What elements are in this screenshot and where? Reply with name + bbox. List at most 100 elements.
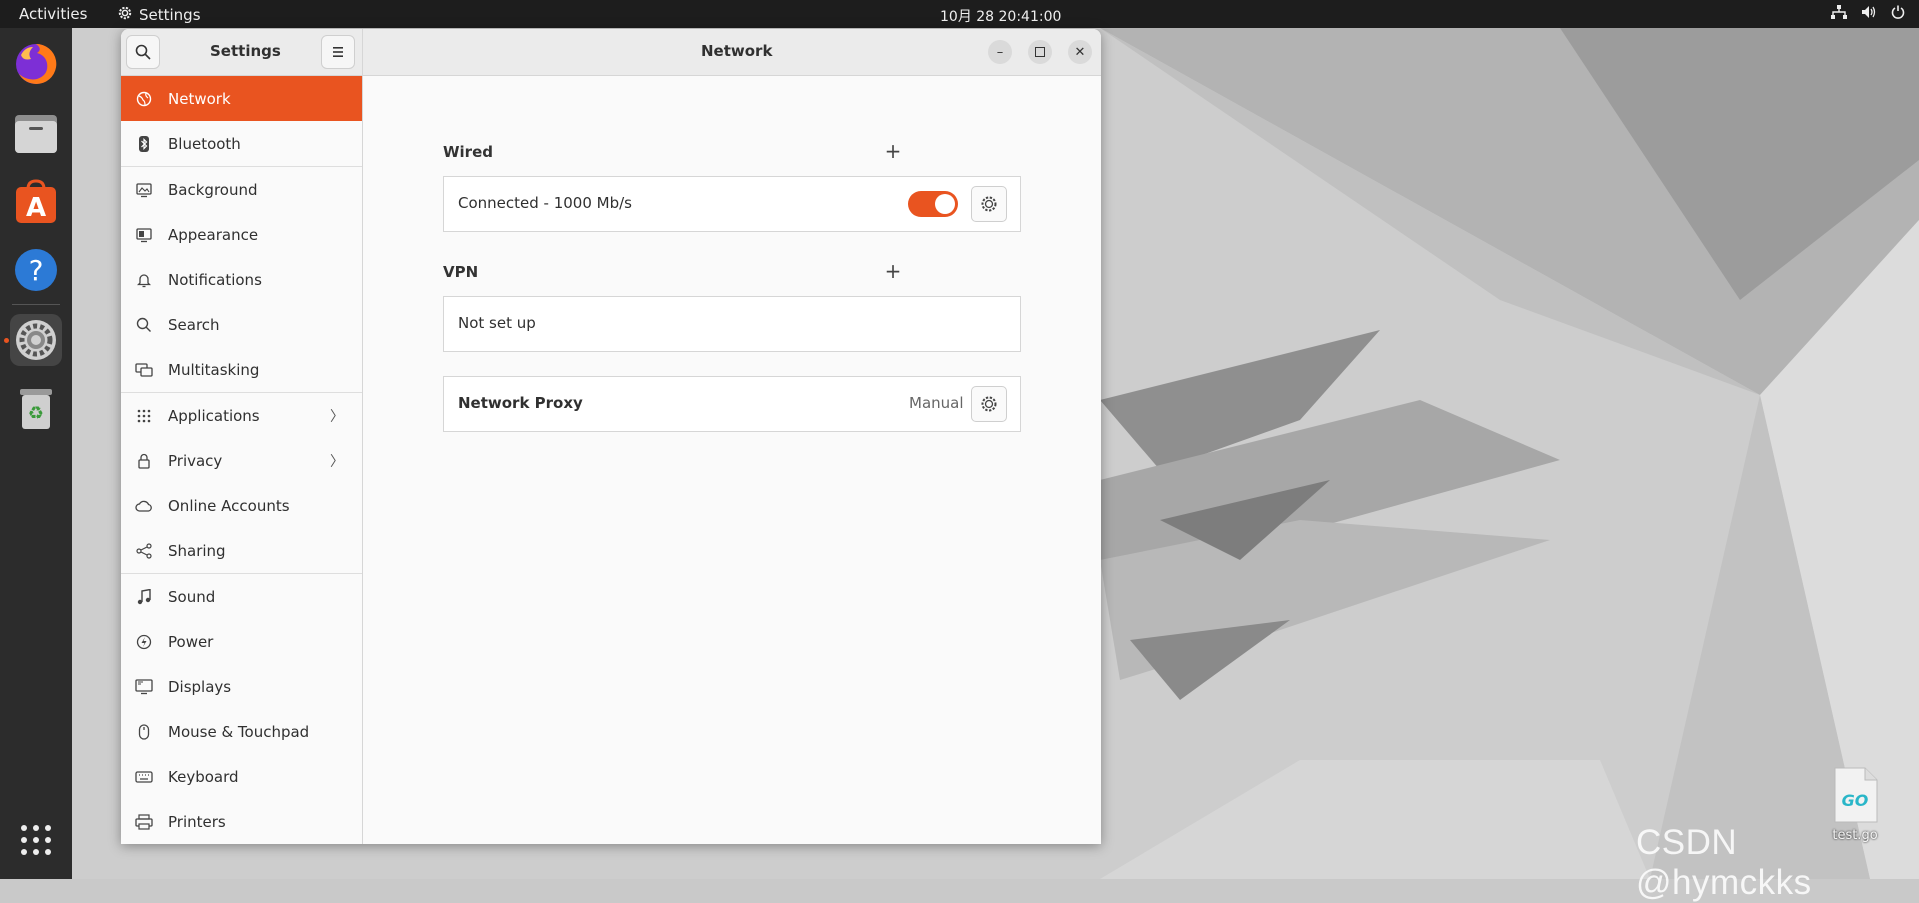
activities-button[interactable]: Activities [19,5,87,23]
vpn-row: Not set up [443,296,1021,352]
wired-status: Connected - 1000 Mb/s [458,194,632,212]
help-icon[interactable]: ? [10,244,62,296]
bluetooth-icon [134,135,154,152]
sidebar-item-label: Appearance [168,225,259,244]
main-menu-button[interactable] [321,35,355,69]
sidebar-item-appearance[interactable]: Appearance [121,212,362,257]
add-vpn-button[interactable]: + [881,259,905,283]
share-icon [134,542,154,559]
close-button[interactable]: ✕ [1068,40,1092,64]
chevron-right-icon: 〉 [330,408,344,425]
app-menu-label: Settings [139,6,201,24]
dock-separator [12,304,60,305]
search-icon [134,317,154,333]
sidebar-item-label: Bluetooth [168,134,241,153]
svg-text:?: ? [29,254,44,287]
sidebar-item-label: Search [168,315,220,334]
sidebar-item-label: Keyboard [168,767,239,786]
sidebar-item-label: Privacy [168,451,223,470]
sidebar-item-label: Multitasking [168,360,260,379]
network-proxy-row[interactable]: Network Proxy Manual [443,376,1021,432]
gear-icon [981,196,997,212]
svg-text:♻: ♻ [28,403,44,424]
firefox-icon[interactable] [10,38,62,90]
appearance-icon [134,227,154,243]
multitasking-icon [134,362,154,378]
search-button[interactable] [126,35,160,69]
minimize-icon: – [996,44,1004,60]
plus-icon: + [884,139,902,163]
go-file-icon: GO [1834,767,1878,823]
sidebar-item-multitasking[interactable]: Multitasking [121,347,362,392]
sidebar-item-displays[interactable]: Displays [121,664,362,709]
proxy-value: Manual [909,394,964,412]
wired-section-title: Wired [443,143,493,161]
system-tray[interactable] [1831,5,1905,23]
chevron-right-icon: 〉 [330,453,344,470]
sidebar: Network Bluetooth Background Appearance … [121,76,363,844]
sidebar-item-label: Mouse & Touchpad [168,722,310,741]
add-wired-button[interactable]: + [881,139,905,163]
dock: A ? ♻ [0,28,72,879]
sidebar-title: Settings [210,42,281,60]
sidebar-item-mouse-touchpad[interactable]: Mouse & Touchpad [121,709,362,754]
main-header: Network – ✕ [363,29,1101,76]
sidebar-item-label: Displays [168,677,232,696]
sidebar-item-search[interactable]: Search [121,302,362,347]
power-menu-icon[interactable] [1891,5,1905,23]
wired-settings-button[interactable] [971,186,1007,222]
music-note-icon [134,588,154,605]
background-icon [134,182,154,198]
sidebar-item-label: Sound [168,587,216,606]
svg-text:GO: GO [1842,791,1869,810]
settings-icon[interactable] [10,314,62,366]
hamburger-icon [333,47,343,57]
apps-grid-icon [134,409,154,423]
sidebar-item-keyboard[interactable]: Keyboard [121,754,362,799]
running-indicator [4,338,9,343]
sidebar-item-label: Network [168,89,231,108]
sidebar-item-applications[interactable]: Applications 〉 [121,393,362,438]
sidebar-item-label: Online Accounts [168,496,290,515]
sidebar-item-notifications[interactable]: Notifications [121,257,362,302]
show-apps-icon[interactable] [10,814,62,866]
volume-icon[interactable] [1861,5,1877,23]
sidebar-item-online-accounts[interactable]: Online Accounts [121,483,362,528]
gear-icon [117,5,133,25]
vpn-section-title: VPN [443,263,479,281]
sidebar-item-printers[interactable]: Printers [121,799,362,844]
bell-icon [134,272,154,288]
power-icon [134,634,154,650]
sidebar-item-label: Power [168,632,214,651]
files-icon[interactable] [10,108,62,160]
cloud-icon [134,499,154,513]
sidebar-item-privacy[interactable]: Privacy 〉 [121,438,362,483]
wired-toggle[interactable] [908,191,958,217]
sidebar-item-sound[interactable]: Sound [121,574,362,619]
sidebar-item-sharing[interactable]: Sharing [121,528,362,573]
sidebar-item-label: Applications [168,406,260,425]
sidebar-item-label: Notifications [168,270,262,289]
clock[interactable]: 10月 28 20:41:00 [940,6,1061,26]
sidebar-header: Settings [121,29,363,76]
watermark: CSDN @hymckks [1636,823,1812,902]
printer-icon [134,813,154,830]
vpn-status: Not set up [458,314,536,332]
network-status-icon[interactable] [1831,5,1847,23]
sidebar-item-power[interactable]: Power [121,619,362,664]
trash-icon[interactable]: ♻ [10,382,62,434]
maximize-button[interactable] [1028,40,1052,64]
mouse-icon [134,723,154,740]
sidebar-item-background[interactable]: Background [121,167,362,212]
keyboard-icon [134,770,154,784]
sidebar-item-label: Background [168,180,258,199]
toggle-knob [935,194,955,214]
top-bar: Activities Settings 10月 28 20:41:00 [0,0,1919,28]
proxy-settings-button[interactable] [971,386,1007,422]
sidebar-item-network[interactable]: Network [121,76,362,121]
sidebar-item-bluetooth[interactable]: Bluetooth [121,121,362,166]
minimize-button[interactable]: – [988,40,1012,64]
app-menu[interactable]: Settings [117,5,201,25]
display-icon [134,678,154,695]
software-icon[interactable]: A [10,176,62,228]
